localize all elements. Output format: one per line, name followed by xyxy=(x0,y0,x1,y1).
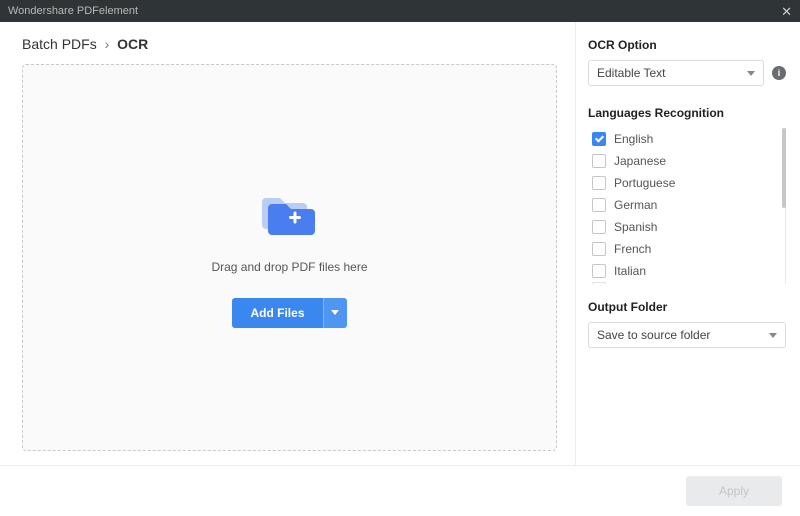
checkbox-spanish[interactable] xyxy=(592,220,606,234)
languages-list: English Japanese Portuguese German Spani… xyxy=(588,128,786,284)
checkbox-english[interactable] xyxy=(592,132,606,146)
breadcrumb-parent[interactable]: Batch PDFs xyxy=(22,36,97,52)
chevron-down-icon xyxy=(747,71,755,76)
checkbox-chinese-traditional[interactable] xyxy=(592,282,606,284)
ocr-option-select[interactable]: Editable Text xyxy=(588,60,764,86)
language-item-french[interactable]: French xyxy=(588,238,786,260)
languages-label: Languages Recognition xyxy=(588,106,786,120)
footer: Apply xyxy=(0,465,800,516)
language-label: Italian xyxy=(614,264,646,278)
language-item-japanese[interactable]: Japanese xyxy=(588,150,786,172)
chevron-right-icon: › xyxy=(105,36,110,52)
language-label: English xyxy=(614,132,653,146)
output-folder-select[interactable]: Save to source folder xyxy=(588,322,786,348)
output-folder-value: Save to source folder xyxy=(597,328,710,342)
left-pane: Batch PDFs › OCR Drag and drop PDF files… xyxy=(0,22,576,465)
breadcrumb: Batch PDFs › OCR xyxy=(22,36,557,52)
breadcrumb-current: OCR xyxy=(117,36,148,52)
add-files-dropdown-button[interactable] xyxy=(323,298,347,328)
window-title: Wondershare PDFelement xyxy=(8,5,138,17)
language-label: Spanish xyxy=(614,220,657,234)
titlebar: Wondershare PDFelement ✕ xyxy=(0,0,800,22)
add-folder-icon xyxy=(260,188,320,238)
chevron-down-icon xyxy=(331,310,339,315)
info-icon[interactable]: i xyxy=(772,66,786,80)
language-item-chinese-traditional[interactable]: Chinese Traditional xyxy=(588,282,786,284)
add-files-group: Add Files xyxy=(232,298,346,328)
language-item-german[interactable]: German xyxy=(588,194,786,216)
ocr-option-label: OCR Option xyxy=(588,38,786,52)
checkbox-portuguese[interactable] xyxy=(592,176,606,190)
chevron-down-icon xyxy=(769,333,777,338)
right-pane: OCR Option Editable Text i Languages Rec… xyxy=(576,22,800,465)
language-item-portuguese[interactable]: Portuguese xyxy=(588,172,786,194)
language-item-spanish[interactable]: Spanish xyxy=(588,216,786,238)
close-icon[interactable]: ✕ xyxy=(781,5,792,18)
ocr-option-value: Editable Text xyxy=(597,66,666,80)
checkbox-french[interactable] xyxy=(592,242,606,256)
file-dropzone[interactable]: Drag and drop PDF files here Add Files xyxy=(22,64,557,451)
dropzone-hint: Drag and drop PDF files here xyxy=(211,260,367,274)
language-item-english[interactable]: English xyxy=(588,128,786,150)
scrollbar-thumb[interactable] xyxy=(782,128,786,208)
language-label: French xyxy=(614,242,651,256)
checkbox-german[interactable] xyxy=(592,198,606,212)
language-label: Chinese Traditional xyxy=(614,282,717,284)
language-label: Japanese xyxy=(614,154,666,168)
checkbox-japanese[interactable] xyxy=(592,154,606,168)
language-label: German xyxy=(614,198,657,212)
add-files-button[interactable]: Add Files xyxy=(232,298,322,328)
language-label: Portuguese xyxy=(614,176,675,190)
checkbox-italian[interactable] xyxy=(592,264,606,278)
language-item-italian[interactable]: Italian xyxy=(588,260,786,282)
languages-scrollbar[interactable] xyxy=(780,128,786,284)
content-area: Batch PDFs › OCR Drag and drop PDF files… xyxy=(0,22,800,465)
apply-button[interactable]: Apply xyxy=(686,476,782,506)
output-folder-label: Output Folder xyxy=(588,300,786,314)
